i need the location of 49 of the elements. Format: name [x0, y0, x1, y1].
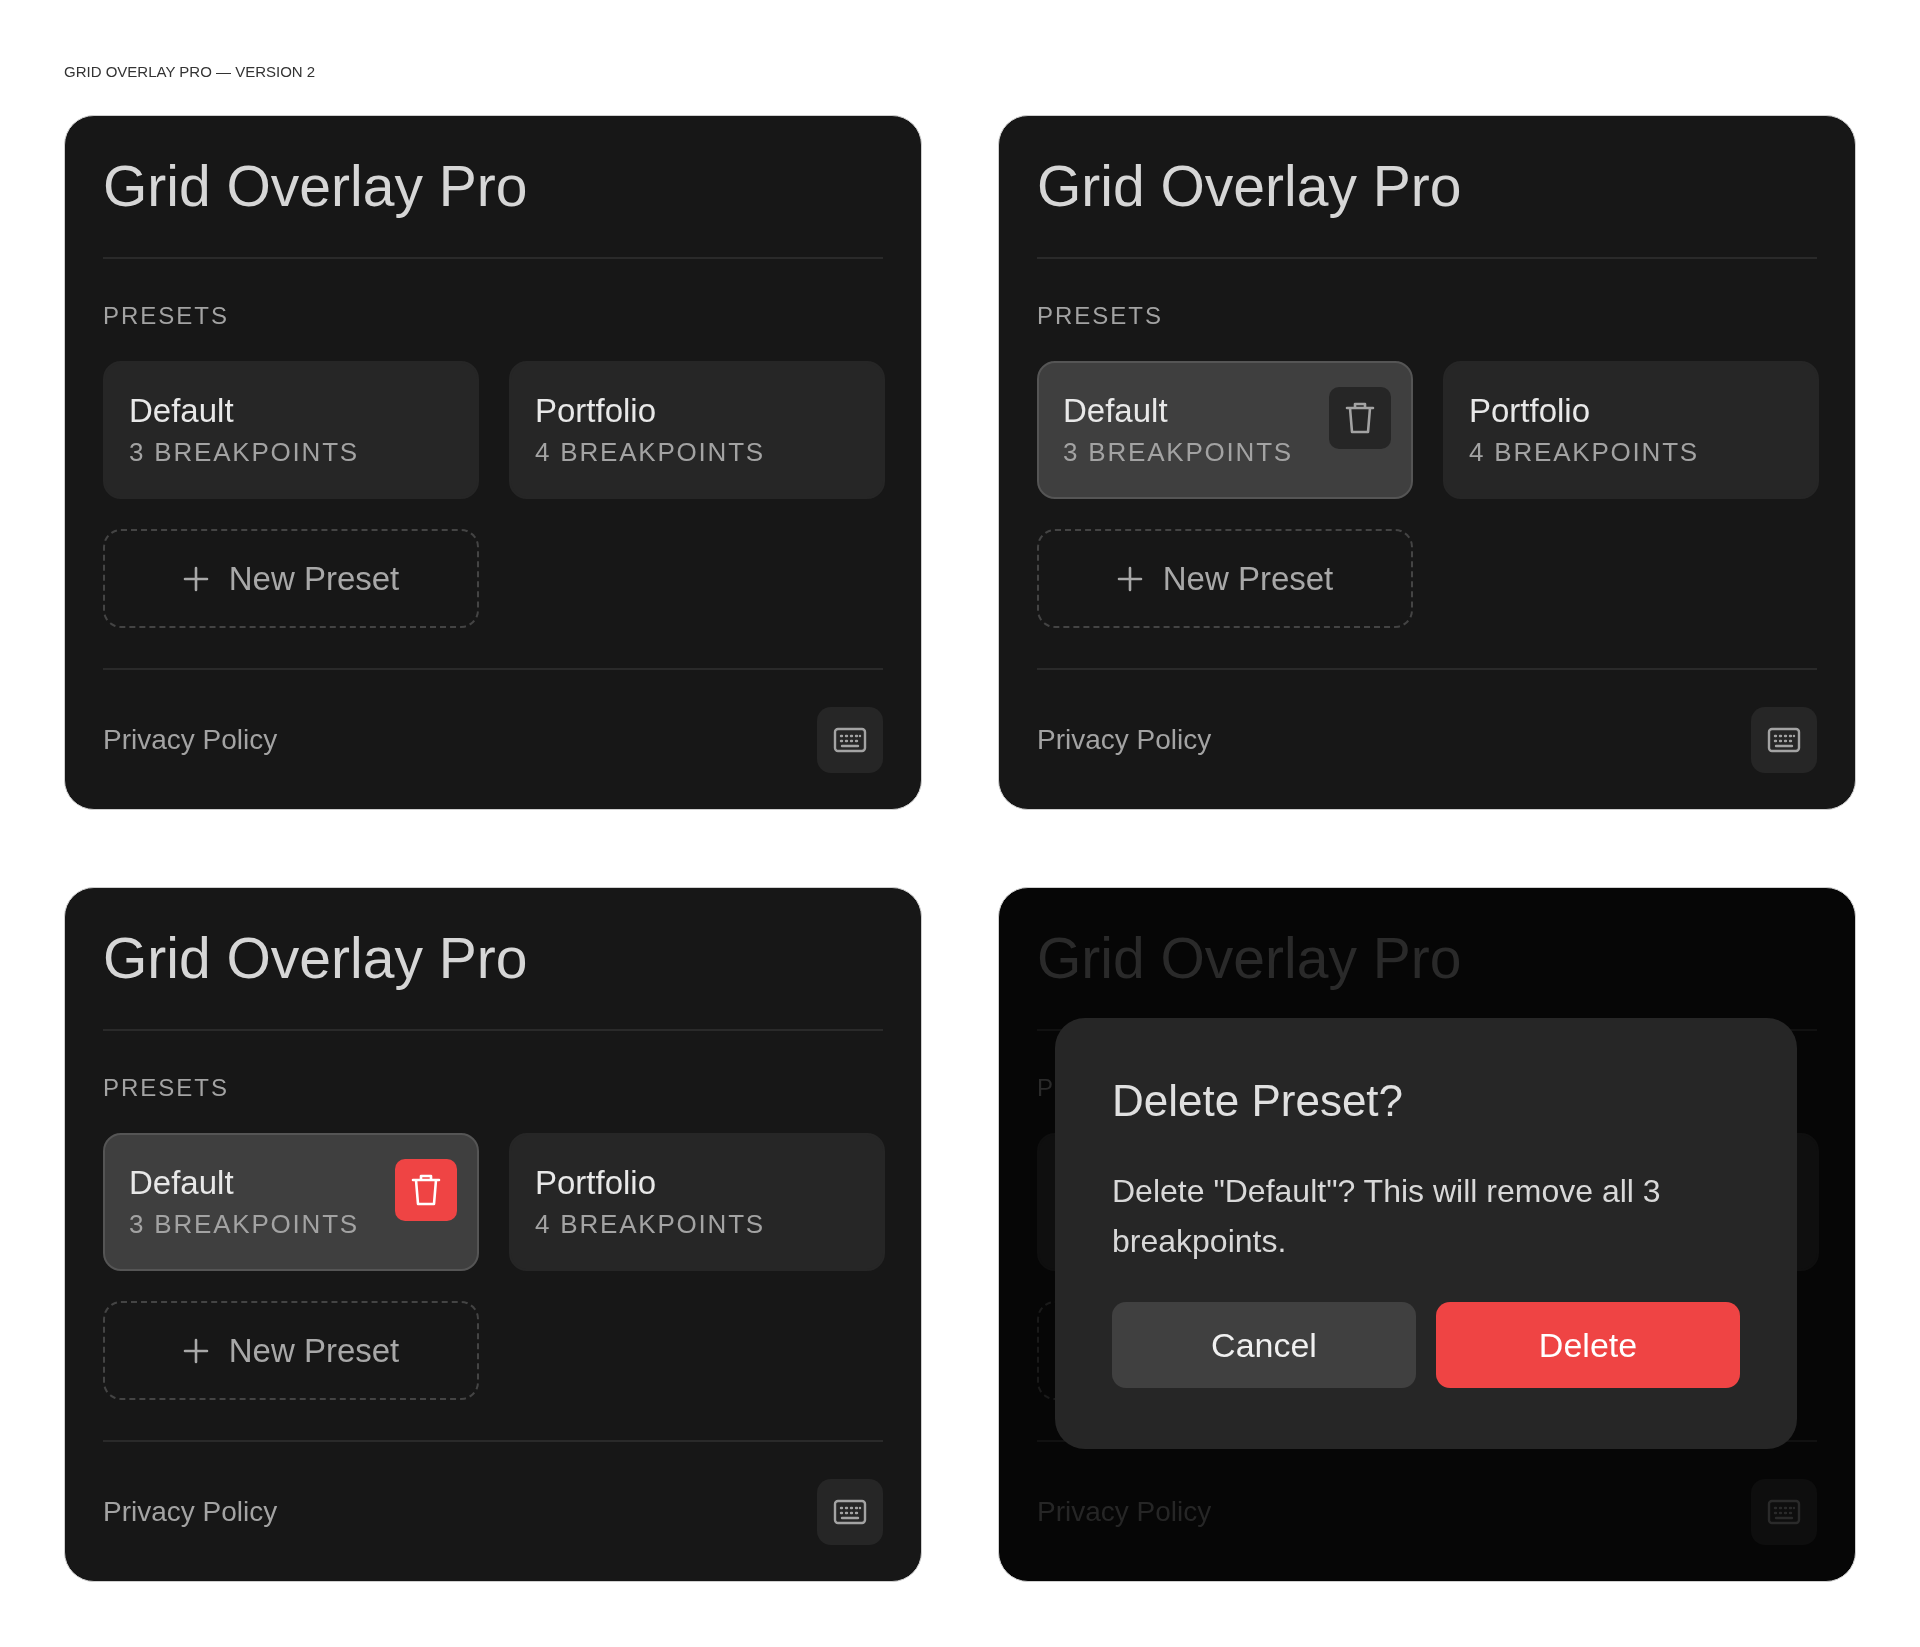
keyboard-button[interactable]: [1751, 707, 1817, 773]
keyboard-button[interactable]: [817, 1479, 883, 1545]
preset-name: Portfolio: [535, 1163, 658, 1203]
delete-button[interactable]: Delete: [1436, 1302, 1740, 1388]
new-preset-button[interactable]: New Preset: [1037, 529, 1413, 628]
breakpoint-count: 4 BREAKPOINTS: [535, 1208, 766, 1241]
breakpoint-count: 3 BREAKPOINTS: [129, 1208, 360, 1241]
dialog-message: Delete "Default"? This will remove all 3 breakpoints.: [1112, 1172, 1662, 1261]
breakpoint-count: 3 BREAKPOINTS: [1063, 436, 1294, 469]
preset-card[interactable]: Default 3 BREAKPOINTS: [103, 1133, 479, 1271]
cancel-button[interactable]: Cancel: [1112, 1302, 1416, 1388]
app-title: Grid Overlay Pro: [103, 925, 529, 992]
new-preset-button[interactable]: New Preset: [103, 529, 479, 628]
preset-card[interactable]: Portfolio 4 BREAKPOINTS: [1443, 361, 1819, 499]
breakpoint-count: 4 BREAKPOINTS: [1469, 436, 1700, 469]
section-label: PRESETS: [103, 1074, 230, 1101]
delete-button[interactable]: [1329, 387, 1391, 449]
preset-name: Portfolio: [1469, 391, 1592, 431]
new-preset-button[interactable]: New Preset: [103, 1301, 479, 1400]
preset-card[interactable]: Portfolio 4 BREAKPOINTS: [509, 361, 885, 499]
section-label: PRESETS: [1037, 302, 1164, 329]
app-title: Grid Overlay Pro: [1037, 153, 1463, 220]
trash-icon: [411, 1173, 441, 1207]
breakpoint-count: 3 BREAKPOINTS: [129, 436, 360, 469]
privacy-policy-link[interactable]: Privacy Policy: [1037, 724, 1212, 756]
keyboard-button[interactable]: [817, 707, 883, 773]
privacy-policy-link[interactable]: Privacy Policy: [103, 724, 278, 756]
plus-icon: [1116, 565, 1143, 592]
keyboard-icon: [1767, 727, 1801, 753]
preset-card[interactable]: Default 3 BREAKPOINTS: [1037, 361, 1413, 499]
delete-button[interactable]: [395, 1159, 457, 1221]
preset-name: Default: [129, 1163, 235, 1203]
dialog-title: Delete Preset?: [1112, 1075, 1405, 1127]
keyboard-icon: [833, 1499, 867, 1525]
preset-name: Default: [129, 391, 235, 431]
trash-icon: [1345, 401, 1375, 435]
preset-name: Portfolio: [535, 391, 658, 431]
plus-icon: [182, 1337, 209, 1364]
preset-card[interactable]: Default 3 BREAKPOINTS: [103, 361, 479, 499]
page-title: GRID OVERLAY PRO — VERSION 2: [64, 62, 317, 82]
privacy-policy-link[interactable]: Privacy Policy: [103, 1496, 278, 1528]
section-label: PRESETS: [103, 302, 230, 329]
app-title: Grid Overlay Pro: [103, 153, 529, 220]
preset-name: Default: [1063, 391, 1169, 431]
breakpoint-count: 4 BREAKPOINTS: [535, 436, 766, 469]
plus-icon: [182, 565, 209, 592]
preset-card[interactable]: Portfolio 4 BREAKPOINTS: [509, 1133, 885, 1271]
keyboard-icon: [833, 727, 867, 753]
keyboard-icon: [1767, 1499, 1801, 1525]
